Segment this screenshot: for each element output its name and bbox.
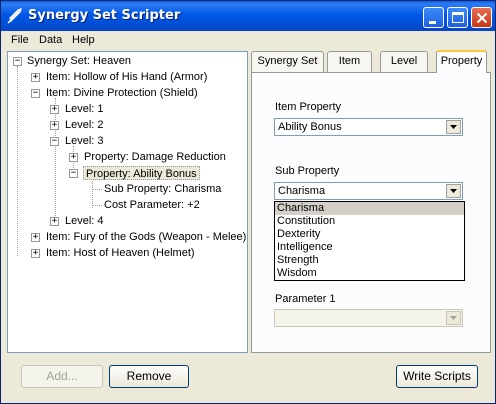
tab-synergy-set[interactable]: Synergy Set [251,51,324,72]
dropdown-arrow-icon[interactable] [446,120,461,134]
collapse-icon[interactable]: − [50,136,59,146]
expand-icon[interactable]: + [31,232,40,242]
menu-data[interactable]: Data [39,34,62,46]
tree-node-level[interactable]: Level: 2 [65,118,104,132]
tree-node-root[interactable]: Synergy Set: Heaven [27,54,131,68]
tree-connector [92,189,102,190]
remove-button[interactable]: Remove [109,365,189,388]
tree-node-property-selected[interactable]: Property: Ability Bonus [83,166,200,180]
tree-connector [92,205,102,206]
collapse-icon[interactable]: − [13,56,22,66]
tab-level[interactable]: Level [380,51,428,72]
tree-node-property[interactable]: Property: Damage Reduction [84,150,226,164]
item-property-select[interactable]: Ability Bonus [274,118,463,136]
tree-node-level[interactable]: Level: 3 [65,134,104,148]
tree-node-item[interactable]: Item: Hollow of His Hand (Armor) [46,70,207,84]
tab-item[interactable]: Item [327,51,372,72]
sub-property-label: Sub Property [275,165,340,177]
close-icon [476,12,488,24]
dropdown-arrow-icon[interactable] [446,184,461,198]
menu-bar: File Data Help [1,31,495,49]
tree-connector [17,66,18,256]
tree-node-item[interactable]: Item: Divine Protection (Shield) [46,86,198,100]
tree-connector [55,98,56,224]
dropdown-option[interactable]: Charisma [275,202,464,215]
sub-property-value: Charisma [278,185,326,197]
synergy-tree[interactable]: − Synergy Set: Heaven + Item: Hollow of … [7,51,248,353]
item-property-label: Item Property [275,101,342,113]
minimize-icon [429,21,436,24]
menu-help[interactable]: Help [72,34,95,46]
maximize-icon [452,12,464,23]
dropdown-option[interactable]: Wisdom [275,267,464,280]
tree-node-cost[interactable]: Cost Parameter: +2 [104,198,200,212]
add-button[interactable]: Add... [21,365,103,388]
expand-icon[interactable]: + [31,72,40,82]
expand-icon[interactable]: + [50,120,59,130]
minimize-button[interactable] [423,7,444,28]
sub-property-dropdown-list[interactable]: Charisma Constitution Dexterity Intellig… [274,201,465,281]
sub-property-select[interactable]: Charisma [274,182,463,200]
expand-icon[interactable]: + [31,248,40,258]
tree-node-item[interactable]: Item: Fury of the Gods (Weapon - Melee) [46,230,246,244]
app-window: Synergy Set Scripter File Data Help − Sy… [0,0,496,404]
tree-node-sub-property[interactable]: Sub Property: Charisma [104,182,221,196]
collapse-icon[interactable]: − [69,168,78,178]
write-scripts-button[interactable]: Write Scripts [396,365,478,388]
parameter1-label: Parameter 1 [275,293,336,305]
tab-property[interactable]: Property [436,50,487,73]
tree-connector [92,178,93,208]
expand-icon[interactable]: + [50,216,59,226]
quill-icon [7,8,22,24]
tree-node-item[interactable]: Item: Host of Heaven (Helmet) [46,246,195,260]
maximize-button[interactable] [447,7,468,28]
dropdown-option[interactable]: Dexterity [275,228,464,241]
menu-file[interactable]: File [11,34,29,46]
dropdown-option[interactable]: Intelligence [275,241,464,254]
tree-node-level[interactable]: Level: 1 [65,102,104,116]
parameter1-select[interactable] [274,309,463,327]
dropdown-option[interactable]: Constitution [275,215,464,228]
dropdown-arrow-icon[interactable] [446,311,461,325]
window-title: Synergy Set Scripter [28,8,181,23]
collapse-icon[interactable]: − [31,88,40,98]
close-button[interactable] [471,7,492,28]
expand-icon[interactable]: + [50,104,59,114]
item-property-value: Ability Bonus [278,121,342,133]
dropdown-option[interactable]: Strength [275,254,464,267]
tree-node-level[interactable]: Level: 4 [65,214,104,228]
title-bar[interactable]: Synergy Set Scripter [1,1,495,31]
expand-icon[interactable]: + [69,152,78,162]
